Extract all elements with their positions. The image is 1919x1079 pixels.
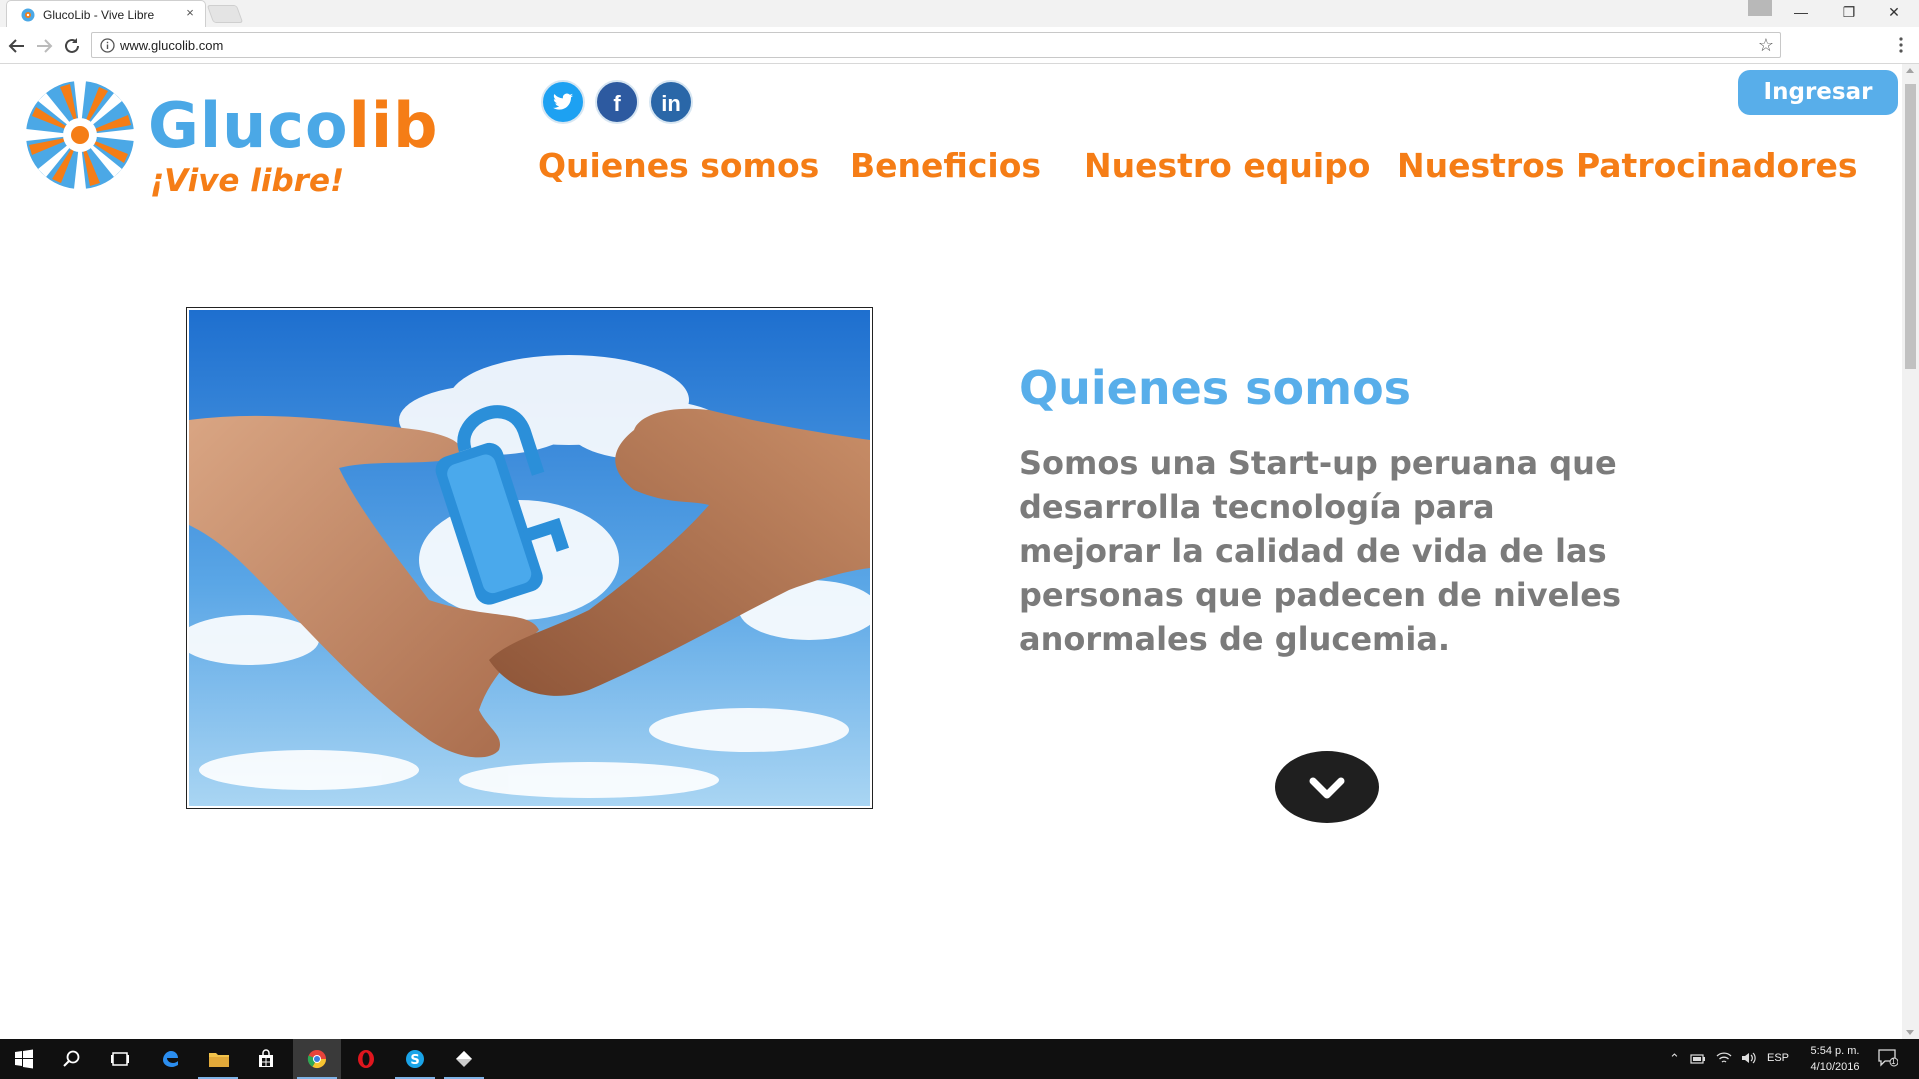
nav-nuestro-equipo[interactable]: Nuestro equipo bbox=[1084, 146, 1370, 185]
skype-taskbar-button[interactable]: S bbox=[391, 1039, 439, 1079]
url-text: www.glucolib.com bbox=[120, 38, 224, 53]
show-hidden-icons-chevron-icon[interactable]: ⌃ bbox=[1669, 1051, 1680, 1067]
tab-title: GlucoLib - Vive Libre bbox=[43, 8, 155, 22]
scroll-up-arrow-icon[interactable] bbox=[1906, 68, 1914, 73]
browser-tab-strip: GlucoLib - Vive Libre × — ❐ ✕ bbox=[0, 0, 1919, 27]
wifi-icon[interactable] bbox=[1716, 1051, 1732, 1065]
action-center-button[interactable]: 1 bbox=[1878, 1049, 1899, 1067]
linkedin-icon: in bbox=[661, 91, 681, 116]
hero-image-frame bbox=[179, 307, 879, 809]
section-description: Somos una Start-up peruana que desarroll… bbox=[1019, 444, 1621, 658]
chevron-down-icon bbox=[1309, 777, 1345, 799]
task-view-icon bbox=[111, 1052, 129, 1066]
search-button[interactable] bbox=[48, 1039, 96, 1079]
login-button[interactable]: Ingresar bbox=[1738, 70, 1898, 115]
scrollbar-thumb[interactable] bbox=[1905, 84, 1916, 369]
address-bar[interactable]: www.glucolib.com ☆ bbox=[91, 32, 1781, 58]
new-tab-button[interactable] bbox=[206, 5, 244, 23]
browser-toolbar: www.glucolib.com ☆ bbox=[0, 27, 1919, 64]
battery-icon[interactable] bbox=[1690, 1053, 1706, 1065]
tab-close-icon[interactable]: × bbox=[183, 6, 197, 20]
forward-arrow-icon[interactable] bbox=[33, 35, 55, 57]
volume-icon[interactable] bbox=[1741, 1051, 1757, 1065]
store-taskbar-button[interactable] bbox=[242, 1039, 290, 1079]
info-icon[interactable] bbox=[100, 38, 115, 53]
facebook-button[interactable]: f bbox=[595, 80, 639, 124]
nav-quienes-somos[interactable]: Quienes somos bbox=[538, 146, 819, 185]
task-view-button[interactable] bbox=[96, 1039, 144, 1079]
folder-icon bbox=[209, 1053, 229, 1067]
clock-date[interactable]: 4/10/2016 bbox=[1805, 1061, 1865, 1073]
chrome-taskbar-button[interactable] bbox=[293, 1039, 341, 1079]
minimize-button[interactable]: — bbox=[1779, 0, 1823, 26]
twitter-icon bbox=[552, 93, 574, 110]
logo-wordmark-lib: lib bbox=[348, 89, 439, 162]
skype-icon: S bbox=[406, 1050, 424, 1068]
close-window-button[interactable]: ✕ bbox=[1872, 0, 1916, 26]
logo-wordmark: Glucolib bbox=[148, 95, 439, 157]
section-title: Quienes somos bbox=[1019, 361, 1412, 415]
profile-icon[interactable] bbox=[1748, 0, 1772, 16]
windows-logo-icon bbox=[15, 1049, 33, 1069]
search-icon bbox=[63, 1050, 80, 1067]
glucolib-favicon-icon bbox=[21, 8, 35, 22]
edge-taskbar-button[interactable] bbox=[146, 1039, 194, 1079]
clock-time[interactable]: 5:54 p. m. bbox=[1805, 1045, 1865, 1057]
file-explorer-taskbar-button[interactable] bbox=[194, 1039, 242, 1079]
scroll-down-button[interactable] bbox=[1275, 751, 1379, 823]
logo-tagline: ¡Vive libre! bbox=[150, 163, 345, 199]
edge-icon bbox=[163, 1051, 178, 1067]
facebook-icon: f bbox=[613, 91, 621, 116]
opera-icon bbox=[358, 1050, 374, 1068]
bookmark-star-icon[interactable]: ☆ bbox=[1758, 35, 1774, 56]
nav-nuestros-patrocinadores[interactable]: Nuestros Patrocinadores bbox=[1397, 146, 1858, 185]
chrome-icon bbox=[307, 1050, 326, 1069]
back-arrow-icon[interactable] bbox=[6, 35, 28, 57]
start-button[interactable] bbox=[0, 1039, 48, 1079]
site-logo[interactable]: Glucolib ¡Vive libre! bbox=[24, 79, 474, 199]
scroll-down-arrow-icon[interactable] bbox=[1906, 1030, 1914, 1035]
browser-menu-icon[interactable] bbox=[1893, 34, 1909, 56]
logo-wordmark-gluco: Gluco bbox=[148, 89, 349, 162]
nav-beneficios[interactable]: Beneficios bbox=[850, 146, 1041, 185]
browser-tab[interactable]: GlucoLib - Vive Libre × bbox=[6, 0, 206, 27]
linkedin-button[interactable]: in bbox=[649, 80, 693, 124]
opera-taskbar-button[interactable] bbox=[342, 1039, 390, 1079]
twitter-button[interactable] bbox=[541, 80, 585, 124]
app-taskbar-button[interactable] bbox=[440, 1039, 488, 1079]
page-viewport: Glucolib ¡Vive libre! f in Ingresar Quie… bbox=[0, 64, 1902, 1039]
svg-text:S: S bbox=[410, 1053, 419, 1068]
store-bag-icon bbox=[259, 1049, 273, 1067]
hands-holding-device-image bbox=[179, 310, 879, 806]
page-scrollbar[interactable] bbox=[1902, 64, 1919, 1039]
input-language[interactable]: ESP bbox=[1767, 1052, 1789, 1064]
glucolib-logo-mark-icon bbox=[26, 81, 134, 189]
notification-count: 1 bbox=[1891, 1057, 1896, 1066]
reload-icon[interactable] bbox=[61, 35, 83, 57]
restore-button[interactable]: ❐ bbox=[1827, 0, 1871, 26]
windows-taskbar: S ⌃ ESP 5:54 p. m. 4/10/2016 1 bbox=[0, 1039, 1919, 1079]
app-diamond-icon bbox=[456, 1051, 472, 1067]
